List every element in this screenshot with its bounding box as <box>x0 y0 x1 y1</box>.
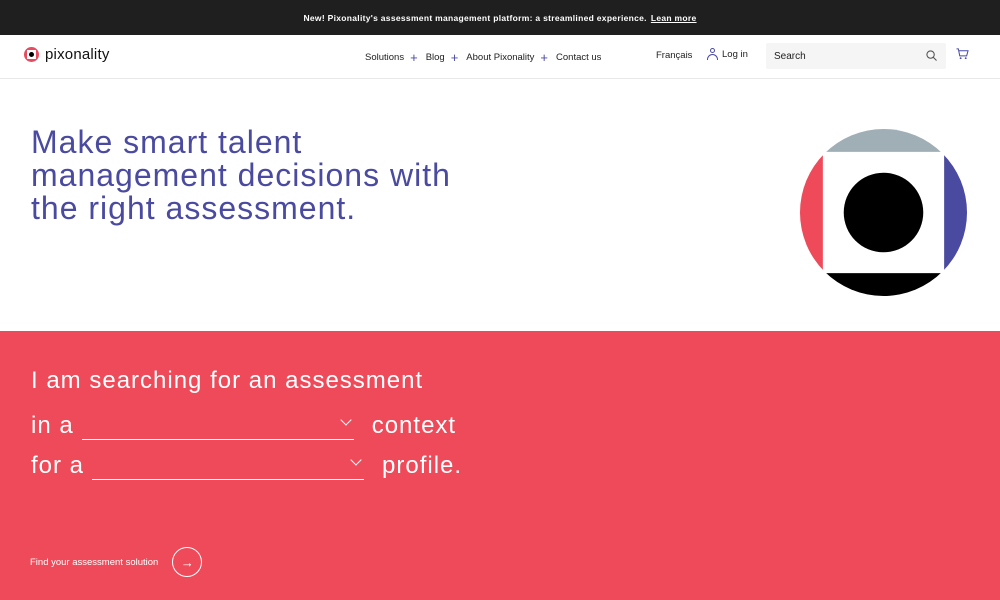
nav-item-label: About Pixonality <box>466 51 535 63</box>
plus-icon: + <box>450 49 459 65</box>
finder-line-2: in a context <box>31 406 456 440</box>
context-select[interactable] <box>81 406 354 440</box>
announcement-bar: New! Pixonality's assessment management … <box>0 0 1000 35</box>
hero-title: Make smart talent management decisions w… <box>31 124 451 226</box>
brand-name: pixonality <box>45 46 110 63</box>
finder-prefix: in a <box>31 412 74 439</box>
cta-label: Find your assessment solution <box>30 556 159 568</box>
announcement-link[interactable]: Lean more <box>651 13 697 23</box>
hero-illustration <box>799 128 968 297</box>
nav-item-solutions[interactable]: Solutions + <box>365 51 418 64</box>
assessment-finder: I am searching for an assessment in a co… <box>0 331 1000 600</box>
hero-section: Make smart talent management decisions w… <box>0 79 1000 331</box>
nav-menu: Solutions + Blog + About Pixonality + Co… <box>365 35 609 79</box>
nav-item-about[interactable]: About Pixonality + <box>466 51 548 64</box>
chevron-down-icon <box>340 414 352 426</box>
main-navigation: pixonality Solutions + Blog + About Pixo… <box>0 35 1000 79</box>
find-solution-button[interactable]: Find your assessment solution → <box>30 547 203 577</box>
nav-item-label: Solutions <box>365 51 405 63</box>
search-box <box>766 43 946 69</box>
nav-item-label: Contact us <box>556 51 602 63</box>
search-input[interactable] <box>766 43 916 69</box>
plus-icon: + <box>410 49 418 65</box>
cart-icon[interactable] <box>956 48 969 60</box>
profile-select[interactable] <box>92 446 365 480</box>
finder-suffix: profile. <box>382 452 463 479</box>
login-label: Log in <box>722 48 748 60</box>
finder-line-3: for a profile. <box>31 446 462 480</box>
plus-icon: + <box>540 49 549 65</box>
finder-suffix: context <box>371 412 457 439</box>
logo-icon <box>24 47 39 62</box>
arrow-right-icon: → <box>172 547 203 577</box>
nav-item-contact[interactable]: Contact us <box>556 52 601 63</box>
login-link[interactable]: Log in <box>707 48 748 60</box>
finder-prefix: for a <box>31 452 85 479</box>
user-icon <box>707 48 718 60</box>
language-switch[interactable]: Français <box>656 50 692 61</box>
chevron-down-icon <box>350 454 362 466</box>
search-icon[interactable] <box>926 50 937 61</box>
logo[interactable]: pixonality <box>24 46 110 63</box>
nav-item-blog[interactable]: Blog + <box>426 51 459 64</box>
finder-line-1: I am searching for an assessment <box>31 367 424 394</box>
nav-item-label: Blog <box>425 51 445 63</box>
announcement-text: New! Pixonality's assessment management … <box>303 12 647 23</box>
